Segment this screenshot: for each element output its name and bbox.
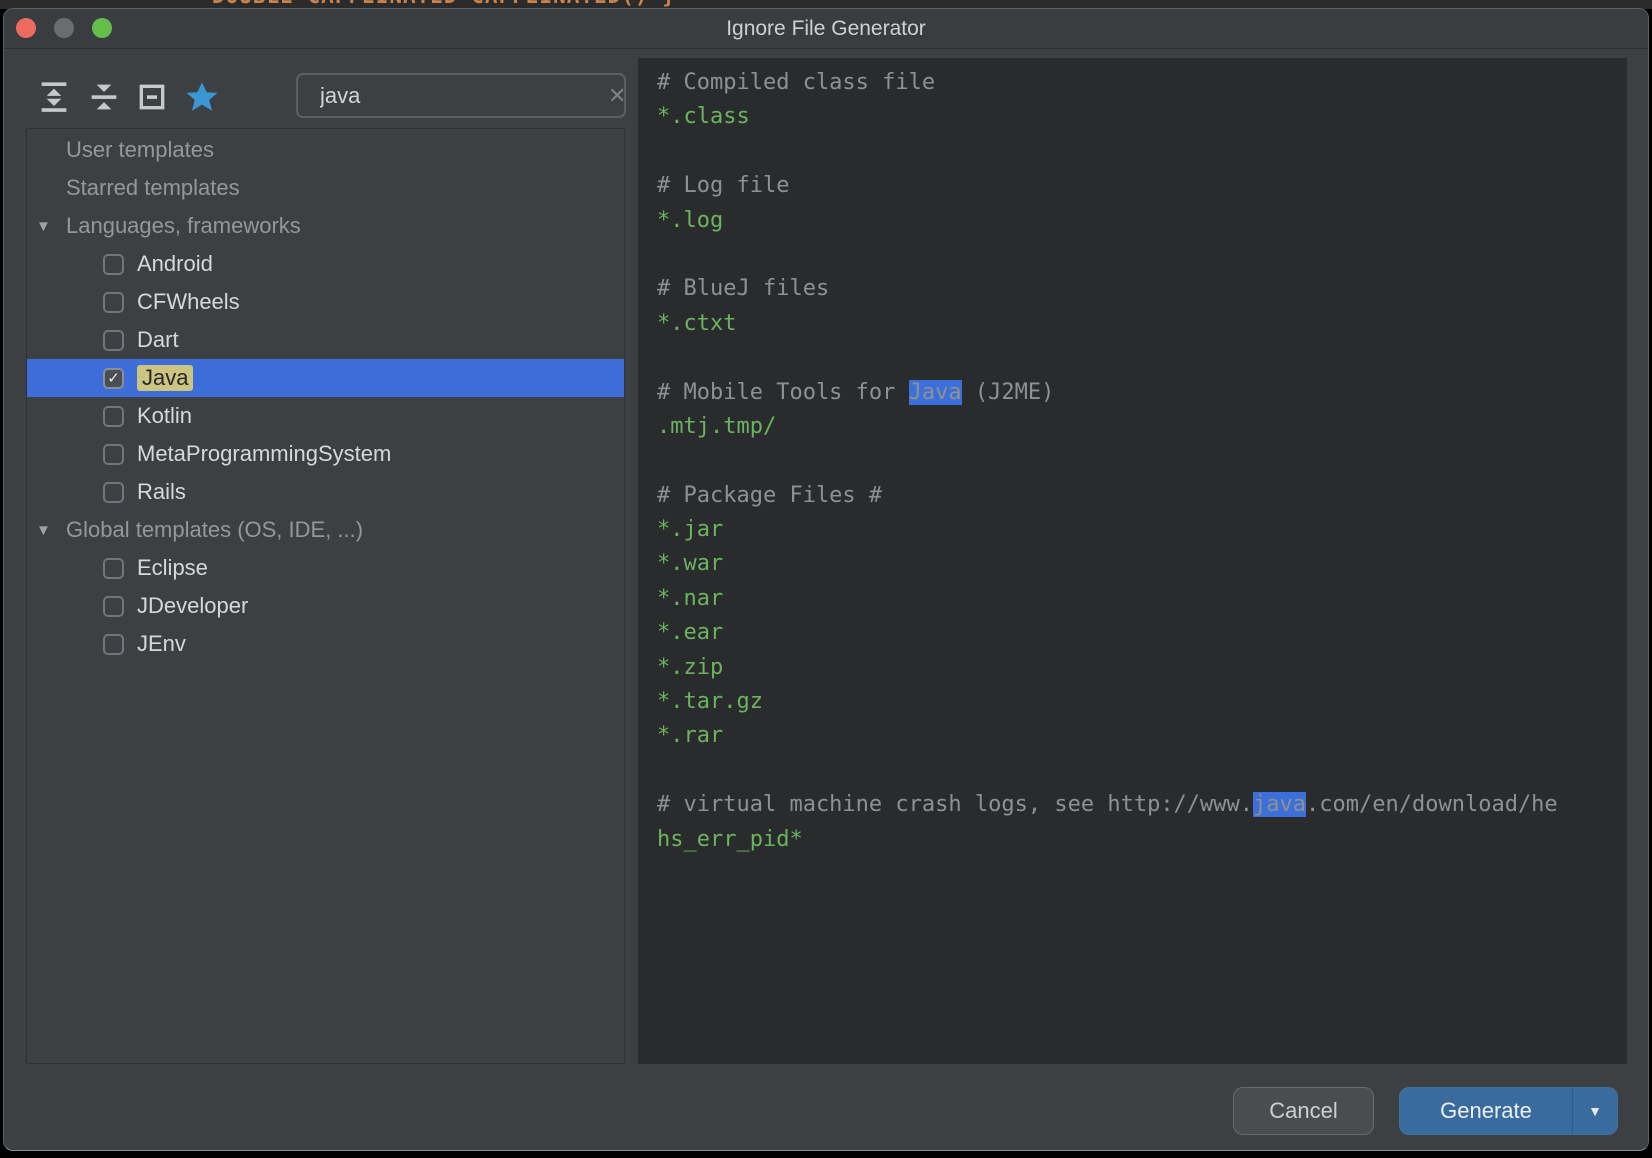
tree-row-metaprogrammingsystem[interactable]: MetaProgrammingSystem bbox=[27, 435, 624, 473]
tree-row-global-templates-os-ide[interactable]: ▼ Global templates (OS, IDE, ...) bbox=[27, 511, 624, 549]
checkbox[interactable]: ✓ bbox=[103, 367, 124, 389]
minimize-window-button[interactable] bbox=[54, 18, 74, 38]
checkbox[interactable] bbox=[103, 443, 124, 465]
search-match-highlight: java bbox=[1253, 792, 1307, 818]
code-line: *.log bbox=[657, 207, 724, 233]
code-line: *.zip bbox=[657, 654, 724, 680]
tree-row-eclipse[interactable]: Eclipse bbox=[27, 549, 624, 587]
tree-row-label: Dart bbox=[137, 327, 179, 352]
cancel-button[interactable]: Cancel bbox=[1233, 1087, 1374, 1135]
tree-row-label: MetaProgrammingSystem bbox=[137, 441, 392, 466]
code-line: *.tar.gz bbox=[657, 689, 763, 715]
code-line: *.ear bbox=[657, 620, 724, 646]
zoom-window-button[interactable] bbox=[92, 18, 112, 38]
tree-row-label: Languages, frameworks bbox=[66, 213, 301, 238]
generate-button[interactable]: Generate ▼ bbox=[1399, 1087, 1618, 1135]
code-line: *.nar bbox=[657, 585, 724, 611]
code-line: *.class bbox=[657, 104, 750, 130]
search-field[interactable]: ✕ bbox=[296, 73, 626, 118]
code-line: # Package Files # bbox=[657, 482, 883, 508]
code-line: # Compiled class file bbox=[657, 70, 936, 95]
checkbox[interactable] bbox=[103, 329, 124, 351]
checkbox[interactable] bbox=[103, 633, 124, 655]
template-tree[interactable]: User templates Starred templates ▼ Language… bbox=[26, 128, 625, 1064]
code-line: *.jar bbox=[657, 517, 724, 543]
tree-row-cfwheels[interactable]: CFWheels bbox=[27, 283, 624, 321]
checkbox[interactable] bbox=[103, 405, 124, 427]
title-bar: Ignore File Generator bbox=[4, 9, 1648, 49]
clear-search-icon[interactable]: ✕ bbox=[608, 83, 626, 109]
tree-row-label: Global templates (OS, IDE, ...) bbox=[66, 517, 364, 542]
checkbox[interactable] bbox=[103, 557, 124, 579]
tree-row-label: User templates bbox=[66, 137, 214, 162]
code-line: # Mobile Tools for Java (J2ME) bbox=[657, 379, 1055, 405]
search-match-highlight: Java bbox=[908, 379, 962, 405]
collapse-all-icon[interactable] bbox=[86, 79, 122, 115]
code-line: # BlueJ files bbox=[657, 276, 830, 302]
generate-button-label: Generate bbox=[1440, 1098, 1532, 1123]
generate-dropdown-icon[interactable]: ▼ bbox=[1573, 1103, 1617, 1119]
tree-row-label: Eclipse bbox=[137, 555, 208, 580]
tree-row-rails[interactable]: Rails bbox=[27, 473, 624, 511]
checkbox[interactable] bbox=[103, 291, 124, 313]
code-line: *.ctxt bbox=[657, 310, 737, 336]
expand-all-icon[interactable] bbox=[36, 79, 72, 115]
tree-row-label: JEnv bbox=[137, 631, 186, 656]
tree-row-starred-templates[interactable]: Starred templates bbox=[27, 169, 624, 207]
tree-row-java[interactable]: ✓ Java bbox=[27, 359, 624, 397]
tree-row-jdeveloper[interactable]: JDeveloper bbox=[27, 587, 624, 625]
tree-row-label: Android bbox=[137, 251, 213, 276]
star-filter-icon[interactable] bbox=[184, 79, 220, 115]
tree-row-label: Kotlin bbox=[137, 403, 193, 428]
expand-arrow-icon[interactable]: ▼ bbox=[36, 522, 66, 539]
code-line: .mtj.tmp/ bbox=[657, 413, 777, 439]
tree-row-label: Starred templates bbox=[66, 175, 240, 200]
tree-row-kotlin[interactable]: Kotlin bbox=[27, 397, 624, 435]
expand-arrow-icon[interactable]: ▼ bbox=[36, 218, 66, 235]
window-title: Ignore File Generator bbox=[726, 17, 926, 40]
code-line: # virtual machine crash logs, see http:/… bbox=[657, 792, 1558, 818]
ignore-preview-editor[interactable]: # Compiled class file *.class # Log file *.… bbox=[638, 58, 1627, 1064]
tree-row-label: CFWheels bbox=[137, 289, 240, 314]
tree-row-label: Rails bbox=[137, 479, 186, 504]
tree-row-languages-frameworks[interactable]: ▼ Languages, frameworks bbox=[27, 207, 624, 245]
ignore-file-generator-dialog: Ignore File Generator ✕ User templates St… bbox=[3, 8, 1649, 1151]
code-line: hs_err_pid* bbox=[657, 826, 803, 852]
tree-row-user-templates[interactable]: User templates bbox=[27, 131, 624, 169]
unselect-all-icon[interactable] bbox=[134, 79, 170, 115]
search-input[interactable] bbox=[320, 82, 608, 109]
tree-row-android[interactable]: Android bbox=[27, 245, 624, 283]
code-line: *.rar bbox=[657, 723, 724, 749]
tree-row-label: JDeveloper bbox=[137, 593, 249, 618]
close-window-button[interactable] bbox=[16, 18, 36, 38]
tree-row-label: Java bbox=[137, 365, 194, 391]
cancel-button-label: Cancel bbox=[1269, 1098, 1338, 1123]
tree-row-jenv[interactable]: JEnv bbox=[27, 625, 624, 663]
checkbox[interactable] bbox=[103, 595, 124, 617]
occluded-background-code: DOUBLE CAFFEINATED CAFFEINATED() } bbox=[212, 0, 676, 8]
checkbox[interactable] bbox=[103, 253, 124, 275]
checkbox[interactable] bbox=[103, 481, 124, 503]
tree-row-dart[interactable]: Dart bbox=[27, 321, 624, 359]
code-line: # Log file bbox=[657, 173, 790, 199]
code-line: *.war bbox=[657, 551, 724, 577]
